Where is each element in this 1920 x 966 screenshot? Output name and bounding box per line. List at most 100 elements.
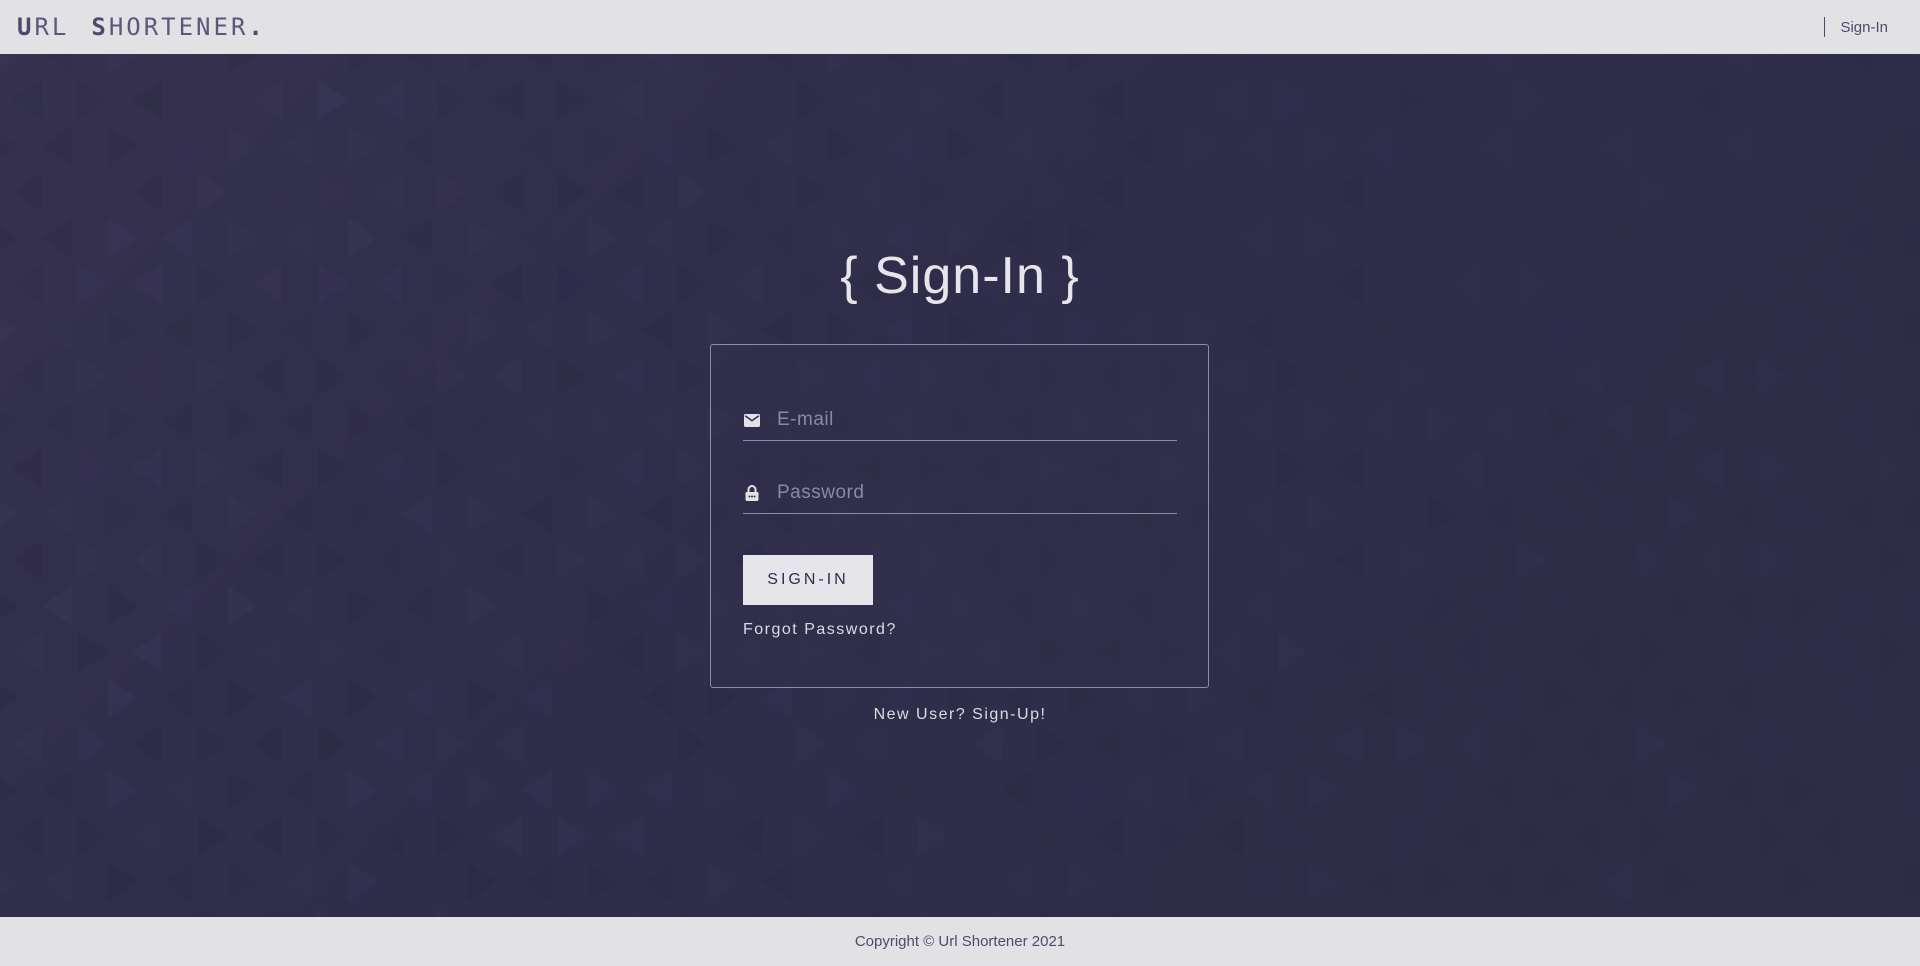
pattern-triangle (558, 908, 572, 917)
pattern-triangle (468, 54, 498, 74)
pattern-triangle (1332, 908, 1362, 917)
pattern-triangle (1548, 586, 1578, 626)
pattern-triangle (882, 862, 912, 902)
pattern-triangle (42, 126, 72, 166)
pattern-triangle (732, 80, 762, 120)
pattern-triangle (1452, 816, 1482, 856)
pattern-triangle (1452, 724, 1482, 764)
pattern-triangle (1242, 402, 1272, 442)
pattern-triangle (1638, 632, 1668, 672)
pattern-triangle (1878, 356, 1908, 396)
pattern-triangle (762, 770, 792, 810)
pattern-triangle (1518, 448, 1548, 488)
pattern-triangle (588, 586, 618, 626)
pattern-triangle (1038, 172, 1068, 212)
pattern-triangle (1308, 126, 1338, 166)
pattern-triangle (228, 862, 258, 902)
pattern-triangle (1572, 356, 1602, 396)
pattern-triangle (1362, 494, 1392, 534)
pattern-triangle (42, 310, 72, 350)
pattern-triangle (78, 356, 108, 396)
pattern-triangle (468, 494, 498, 534)
pattern-triangle (1212, 724, 1242, 764)
pattern-triangle (282, 310, 312, 350)
pattern-triangle (438, 448, 468, 488)
pattern-triangle (1548, 310, 1578, 350)
pattern-triangle (1452, 172, 1482, 212)
pattern-triangle (1308, 310, 1338, 350)
pattern-triangle (108, 586, 138, 626)
pattern-triangle (828, 54, 858, 74)
pattern-triangle (318, 908, 332, 917)
pattern-triangle (1278, 80, 1308, 120)
pattern-triangle (762, 126, 792, 166)
pattern-triangle (1452, 908, 1482, 917)
pattern-triangle (1758, 172, 1788, 212)
pattern-triangle (282, 402, 312, 442)
pattern-triangle (1638, 724, 1668, 764)
pattern-triangle (1278, 724, 1308, 764)
pattern-triangle (228, 54, 258, 74)
pattern-triangle (1878, 724, 1908, 764)
pattern-triangle (1572, 80, 1602, 120)
pattern-triangle (1362, 770, 1392, 810)
pattern-triangle (492, 724, 522, 764)
pattern-triangle (868, 908, 882, 917)
signup-prompt: New User? Sign-Up! (0, 706, 1920, 724)
pattern-triangle (318, 632, 348, 672)
pattern-triangle (1638, 356, 1668, 396)
pattern-triangle (1452, 632, 1482, 672)
signup-link[interactable]: New User? Sign-Up! (874, 706, 1047, 723)
pattern-triangle (1878, 632, 1908, 672)
pattern-triangle (252, 172, 282, 212)
pattern-triangle (522, 494, 552, 534)
pattern-triangle (708, 770, 738, 810)
pattern-triangle (1212, 356, 1242, 396)
pattern-triangle (1518, 356, 1548, 396)
pattern-triangle (228, 586, 258, 626)
pattern-triangle (0, 870, 18, 894)
pattern-triangle (1842, 494, 1872, 534)
pattern-triangle (1278, 540, 1308, 580)
pattern-triangle (1398, 908, 1428, 917)
email-input[interactable] (777, 402, 1177, 438)
pattern-triangle (1122, 54, 1152, 74)
lock-icon (743, 484, 761, 502)
pattern-triangle (372, 356, 402, 396)
pattern-triangle (0, 318, 18, 342)
pattern-triangle (198, 80, 228, 120)
pattern-triangle (1398, 80, 1428, 120)
nav-signin-link[interactable]: Sign-In (1840, 19, 1888, 36)
pattern-triangle (282, 54, 312, 74)
pattern-triangle (402, 402, 432, 442)
pattern-triangle (132, 540, 162, 580)
pattern-triangle (1692, 80, 1722, 120)
logo-dot: . (248, 13, 266, 41)
pattern-triangle (492, 540, 522, 580)
signin-button[interactable]: SIGN-IN (743, 555, 873, 605)
pattern-triangle (388, 908, 402, 917)
pattern-triangle (1038, 80, 1068, 120)
pattern-triangle (1482, 54, 1512, 74)
password-input[interactable] (777, 475, 1177, 511)
pattern-triangle (828, 126, 858, 166)
pattern-triangle (918, 816, 948, 856)
pattern-triangle (852, 816, 882, 856)
pattern-triangle (972, 172, 1002, 212)
pattern-triangle (522, 586, 552, 626)
pattern-triangle (708, 126, 738, 166)
pattern-triangle (972, 80, 1002, 120)
pattern-triangle (402, 770, 432, 810)
pattern-triangle (1812, 448, 1842, 488)
pattern-triangle (1668, 54, 1698, 74)
pattern-triangle (1722, 586, 1752, 626)
pattern-triangle (1188, 126, 1218, 166)
pattern-triangle (1788, 54, 1818, 74)
pattern-triangle (318, 724, 348, 764)
forgot-password-link[interactable]: Forgot Password? (743, 621, 897, 639)
pattern-triangle (1692, 448, 1722, 488)
pattern-triangle (1428, 494, 1458, 534)
copyright-text: Copyright © Url Shortener 2021 (854, 933, 1066, 950)
app-logo[interactable]: U RL S HORTENER. (17, 13, 266, 41)
pattern-triangle (468, 586, 498, 626)
